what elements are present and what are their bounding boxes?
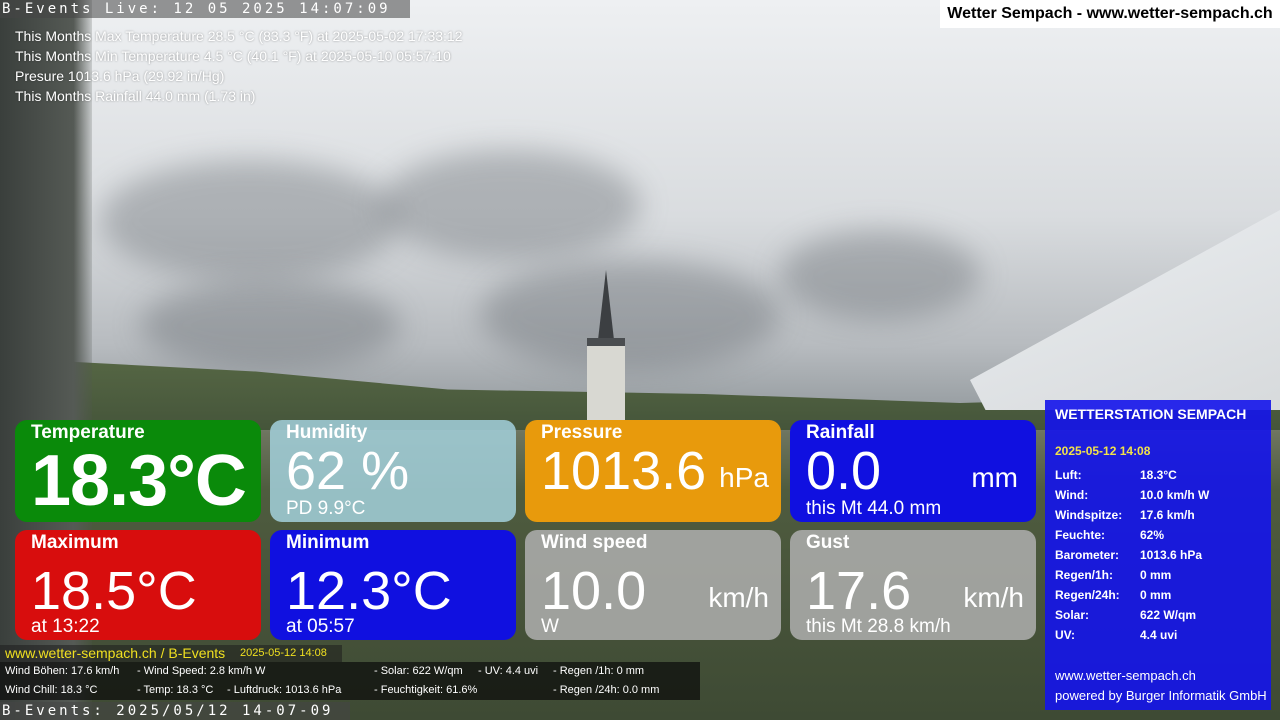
gust-month: this Mt 28.8 km/h	[806, 616, 951, 637]
rainfall-unit: mm	[971, 462, 1018, 493]
cloud	[780, 230, 980, 320]
ticker-wind-speed: - Wind Speed: 2.8 km/h W	[137, 665, 266, 677]
panel-row: Feuchte: 62%	[1055, 528, 1164, 542]
windspeed-label: Wind speed	[541, 532, 648, 553]
info-rainfall: This Months Rainfall 44.0 mm (1.73 in)	[15, 88, 256, 104]
pressure-tile: Pressure 1013.6 hPa	[525, 420, 781, 522]
maximum-value: 18.5°C	[31, 561, 197, 621]
ticker-stats: Wind Böhen: 17.6 km/h - Wind Speed: 2.8 …	[0, 662, 700, 700]
ticker-humidity: - Feuchtigkeit: 61.6%	[374, 684, 478, 696]
events-timestamp-banner: B-Events: 2025/05/12 14-07-09	[0, 702, 350, 720]
panel-row-value: 4.4 uvi	[1140, 628, 1178, 642]
rainfall-month: this Mt 44.0 mm	[806, 498, 942, 519]
humidity-dewpoint: PD 9.9°C	[286, 498, 366, 519]
panel-row-value: 0 mm	[1140, 568, 1172, 582]
minimum-label: Minimum	[286, 532, 370, 553]
cloud	[380, 150, 640, 260]
info-min-temp: This Months Min Temperature 4.5 °C (40.1…	[15, 48, 451, 64]
monthly-info: This Months Max Temperature 28.5 °C (83.…	[15, 26, 463, 106]
panel-row-key: Regen/24h:	[1055, 588, 1120, 602]
ticker-timestamp: 2025-05-12 14:08	[240, 647, 327, 659]
steeple-tower	[587, 338, 625, 420]
panel-powered-by: powered by Burger Informatik GmbH	[1055, 688, 1267, 703]
gust-label: Gust	[806, 532, 850, 553]
station-panel: WETTERSTATION SEMPACH 2025-05-12 14:08 L…	[1045, 400, 1271, 710]
rainfall-tile: Rainfall 0.0 mm this Mt 44.0 mm	[790, 420, 1036, 522]
church-steeple	[585, 270, 627, 420]
wind-direction: W	[541, 616, 559, 637]
info-max-temp: This Months Max Temperature 28.5 °C (83.…	[15, 28, 463, 44]
panel-row: Luft: 18.3°C	[1055, 468, 1177, 482]
humidity-value: 62 %	[286, 441, 410, 501]
panel-row: Regen/1h: 0 mm	[1055, 568, 1171, 582]
minimum-value: 12.3°C	[286, 561, 452, 621]
cloud	[100, 160, 400, 280]
ticker-temp: - Temp: 18.3 °C	[137, 684, 214, 696]
maximum-label: Maximum	[31, 532, 119, 553]
gust-value: 17.6	[806, 561, 912, 621]
panel-row: Windspitze: 17.6 km/h	[1055, 508, 1195, 522]
panel-row-key: UV:	[1055, 628, 1076, 642]
panel-row-key: Luft:	[1055, 468, 1082, 482]
ticker-uv: - UV: 4.4 uvi	[478, 665, 539, 677]
panel-row-key: Feuchte:	[1055, 528, 1106, 542]
panel-row: Regen/24h: 0 mm	[1055, 588, 1171, 602]
windspeed-tile: Wind speed 10.0 km/h W	[525, 530, 781, 640]
panel-row-key: Regen/1h:	[1055, 568, 1114, 582]
windspeed-unit: km/h	[708, 582, 769, 613]
panel-date: 2025-05-12 14:08	[1055, 444, 1151, 458]
panel-row: Wind: 10.0 km/h W	[1055, 488, 1209, 502]
pressure-value: 1013.6	[541, 441, 707, 501]
minimum-time: at 05:57	[286, 616, 355, 637]
humidity-tile: Humidity 62 % PD 9.9°C	[270, 420, 516, 522]
house-roof	[970, 210, 1280, 410]
panel-row-key: Solar:	[1055, 608, 1090, 622]
gust-tile: Gust 17.6 km/h this Mt 28.8 km/h	[790, 530, 1036, 640]
ticker-wind-gust: Wind Böhen: 17.6 km/h	[5, 665, 120, 677]
ticker-site: www.wetter-sempach.ch / B-Events	[5, 645, 226, 661]
temperature-tile: Temperature 18.3°C	[15, 420, 261, 522]
panel-row-value: 622 W/qm	[1140, 608, 1197, 622]
temperature-value: 18.3°C	[31, 441, 247, 521]
panel-row-value: 10.0 km/h W	[1140, 488, 1210, 502]
panel-row: Solar: 622 W/qm	[1055, 608, 1196, 622]
ticker-wind-chill: Wind Chill: 18.3 °C	[5, 684, 98, 696]
panel-row-value: 17.6 km/h	[1140, 508, 1195, 522]
ticker-rain-1h: - Regen /1h: 0 mm	[553, 665, 645, 677]
gust-unit: km/h	[963, 582, 1024, 613]
panel-title: WETTERSTATION SEMPACH	[1055, 406, 1247, 422]
pressure-unit: hPa	[719, 462, 769, 493]
info-pressure: Presure 1013.6 hPa (29.92 in/Hg)	[15, 68, 225, 84]
panel-row-key: Windspitze:	[1055, 508, 1123, 522]
panel-site: www.wetter-sempach.ch	[1055, 668, 1196, 683]
panel-row-value: 1013.6 hPa	[1140, 548, 1203, 562]
site-title: Wetter Sempach - www.wetter-sempach.ch	[940, 0, 1280, 28]
maximum-tile: Maximum 18.5°C at 13:22	[15, 530, 261, 640]
panel-row: UV: 4.4 uvi	[1055, 628, 1177, 642]
panel-row-value: 0 mm	[1140, 588, 1172, 602]
windspeed-value: 10.0	[541, 561, 647, 621]
ticker-solar: - Solar: 622 W/qm	[374, 665, 463, 677]
ticker-pressure: - Luftdruck: 1013.6 hPa	[227, 684, 342, 696]
panel-row-value: 62%	[1140, 528, 1165, 542]
steeple-spire	[598, 270, 614, 340]
live-timestamp-banner: B-Events Live: 12 05 2025 14:07:09	[0, 0, 410, 18]
panel-row: Barometer: 1013.6 hPa	[1055, 548, 1202, 562]
ticker-rain-24h: - Regen /24h: 0.0 mm	[553, 684, 660, 696]
cloud	[480, 260, 780, 370]
rainfall-value: 0.0	[806, 441, 882, 501]
ticker-header: www.wetter-sempach.ch / B-Events 2025-05…	[0, 645, 342, 662]
panel-row-key: Barometer:	[1055, 548, 1120, 562]
panel-row-key: Wind:	[1055, 488, 1089, 502]
maximum-time: at 13:22	[31, 616, 100, 637]
cloud	[140, 280, 400, 370]
minimum-tile: Minimum 12.3°C at 05:57	[270, 530, 516, 640]
panel-row-value: 18.3°C	[1140, 468, 1177, 482]
